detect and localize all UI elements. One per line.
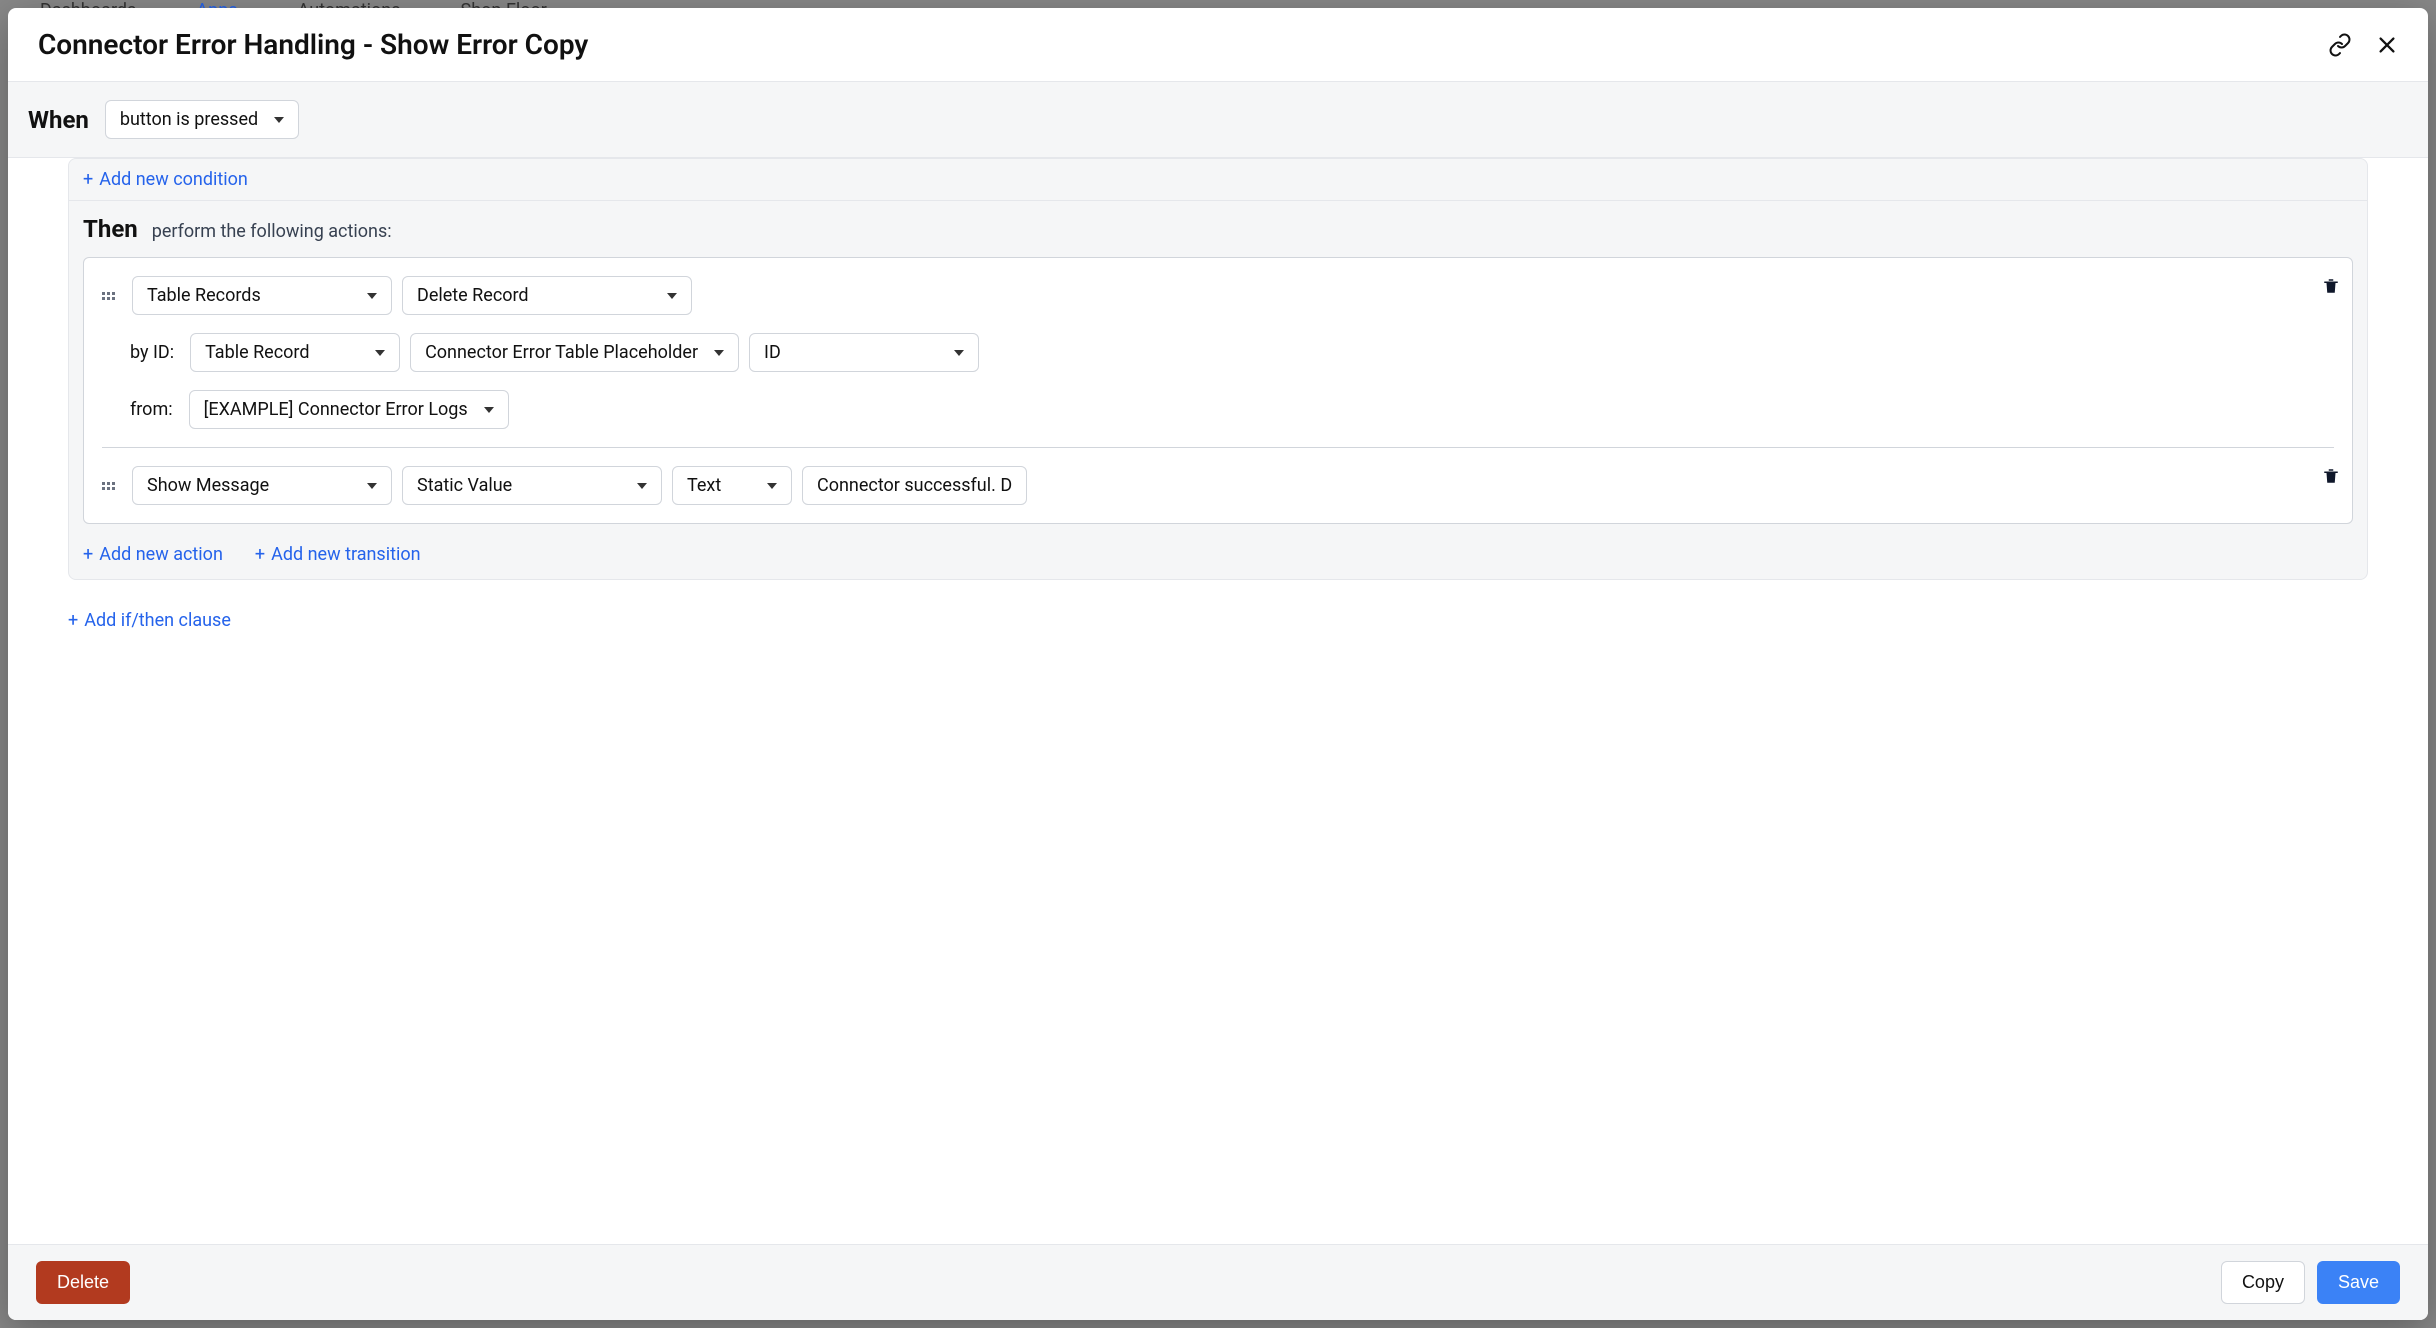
caret-down-icon xyxy=(274,117,284,123)
when-label: When xyxy=(28,106,89,134)
caret-down-icon xyxy=(367,293,377,299)
add-transition-label: Add new transition xyxy=(271,544,421,565)
action1-op-select[interactable]: Delete Record xyxy=(402,276,692,315)
action1-byid-source-select[interactable]: Table Record xyxy=(190,333,400,372)
action1-op-value: Delete Record xyxy=(417,285,529,306)
action2-text-value: Connector successful. D xyxy=(817,475,1012,496)
action1-byid-target-select[interactable]: Connector Error Table Placeholder xyxy=(410,333,739,372)
action2-source-value: Static Value xyxy=(417,475,512,496)
from-label: from: xyxy=(130,399,173,420)
action1-type-value: Table Records xyxy=(147,285,261,306)
add-if-then-clause[interactable]: + Add if/then clause xyxy=(8,600,291,647)
action1-byid-field-select[interactable]: ID xyxy=(749,333,979,372)
action1-from-value: [EXAMPLE] Connector Error Logs xyxy=(204,399,468,420)
then-label: Then xyxy=(83,215,138,243)
caret-down-icon xyxy=(714,350,724,356)
add-action-label: Add new action xyxy=(99,544,223,565)
by-id-label: by ID: xyxy=(130,342,174,363)
action-row-1: Table Records Delete Record by ID: xyxy=(84,258,2352,447)
action1-byid-source-value: Table Record xyxy=(205,342,309,363)
if-then-block: + Add new condition Then perform the fol… xyxy=(68,158,2368,580)
modal-body: + Add new condition Then perform the fol… xyxy=(8,158,2428,1244)
actions-panel: Table Records Delete Record by ID: xyxy=(83,257,2353,524)
action1-byid-target-value: Connector Error Table Placeholder xyxy=(425,342,698,363)
then-subtext: perform the following actions: xyxy=(152,221,392,242)
action2-source-select[interactable]: Static Value xyxy=(402,466,662,505)
then-header: Then perform the following actions: xyxy=(69,200,2367,257)
add-new-action[interactable]: + Add new action xyxy=(69,534,237,575)
caret-down-icon xyxy=(367,483,377,489)
caret-down-icon xyxy=(667,293,677,299)
delete-action-1-icon[interactable] xyxy=(2322,276,2340,300)
add-condition-label: Add new condition xyxy=(99,169,248,190)
drag-handle-icon[interactable] xyxy=(102,476,116,496)
action1-byid-field-value: ID xyxy=(764,342,781,363)
modal-footer: Delete Copy Save xyxy=(8,1244,2428,1320)
close-icon[interactable] xyxy=(2376,34,2398,56)
add-new-condition[interactable]: + Add new condition xyxy=(69,159,262,200)
delete-action-2-icon[interactable] xyxy=(2322,466,2340,490)
when-bar: When button is pressed xyxy=(8,82,2428,158)
caret-down-icon xyxy=(375,350,385,356)
plus-icon: + xyxy=(255,546,265,564)
action2-text-input[interactable]: Connector successful. D xyxy=(802,466,1027,505)
trigger-modal: Connector Error Handling - Show Error Co… xyxy=(8,8,2428,1320)
plus-icon: + xyxy=(83,171,93,189)
plus-icon: + xyxy=(68,610,78,631)
drag-handle-icon[interactable] xyxy=(102,286,116,306)
caret-down-icon xyxy=(954,350,964,356)
action1-type-select[interactable]: Table Records xyxy=(132,276,392,315)
modal-title: Connector Error Handling - Show Error Co… xyxy=(38,28,2328,61)
link-icon[interactable] xyxy=(2328,33,2352,57)
when-dropdown[interactable]: button is pressed xyxy=(105,100,299,139)
action-row-2: Show Message Static Value Text xyxy=(84,448,2352,523)
action2-type-select[interactable]: Show Message xyxy=(132,466,392,505)
caret-down-icon xyxy=(767,483,777,489)
add-new-transition[interactable]: + Add new transition xyxy=(241,540,435,579)
delete-button[interactable]: Delete xyxy=(36,1261,130,1304)
add-clause-label: Add if/then clause xyxy=(84,610,231,631)
copy-button[interactable]: Copy xyxy=(2221,1261,2305,1304)
action2-mode-select[interactable]: Text xyxy=(672,466,792,505)
caret-down-icon xyxy=(637,483,647,489)
caret-down-icon xyxy=(484,407,494,413)
action2-mode-value: Text xyxy=(687,475,721,496)
action1-from-select[interactable]: [EXAMPLE] Connector Error Logs xyxy=(189,390,509,429)
modal-header: Connector Error Handling - Show Error Co… xyxy=(8,8,2428,82)
save-button[interactable]: Save xyxy=(2317,1261,2400,1304)
plus-icon: + xyxy=(83,546,93,564)
action2-type-value: Show Message xyxy=(147,475,269,496)
when-dropdown-value: button is pressed xyxy=(120,109,258,130)
